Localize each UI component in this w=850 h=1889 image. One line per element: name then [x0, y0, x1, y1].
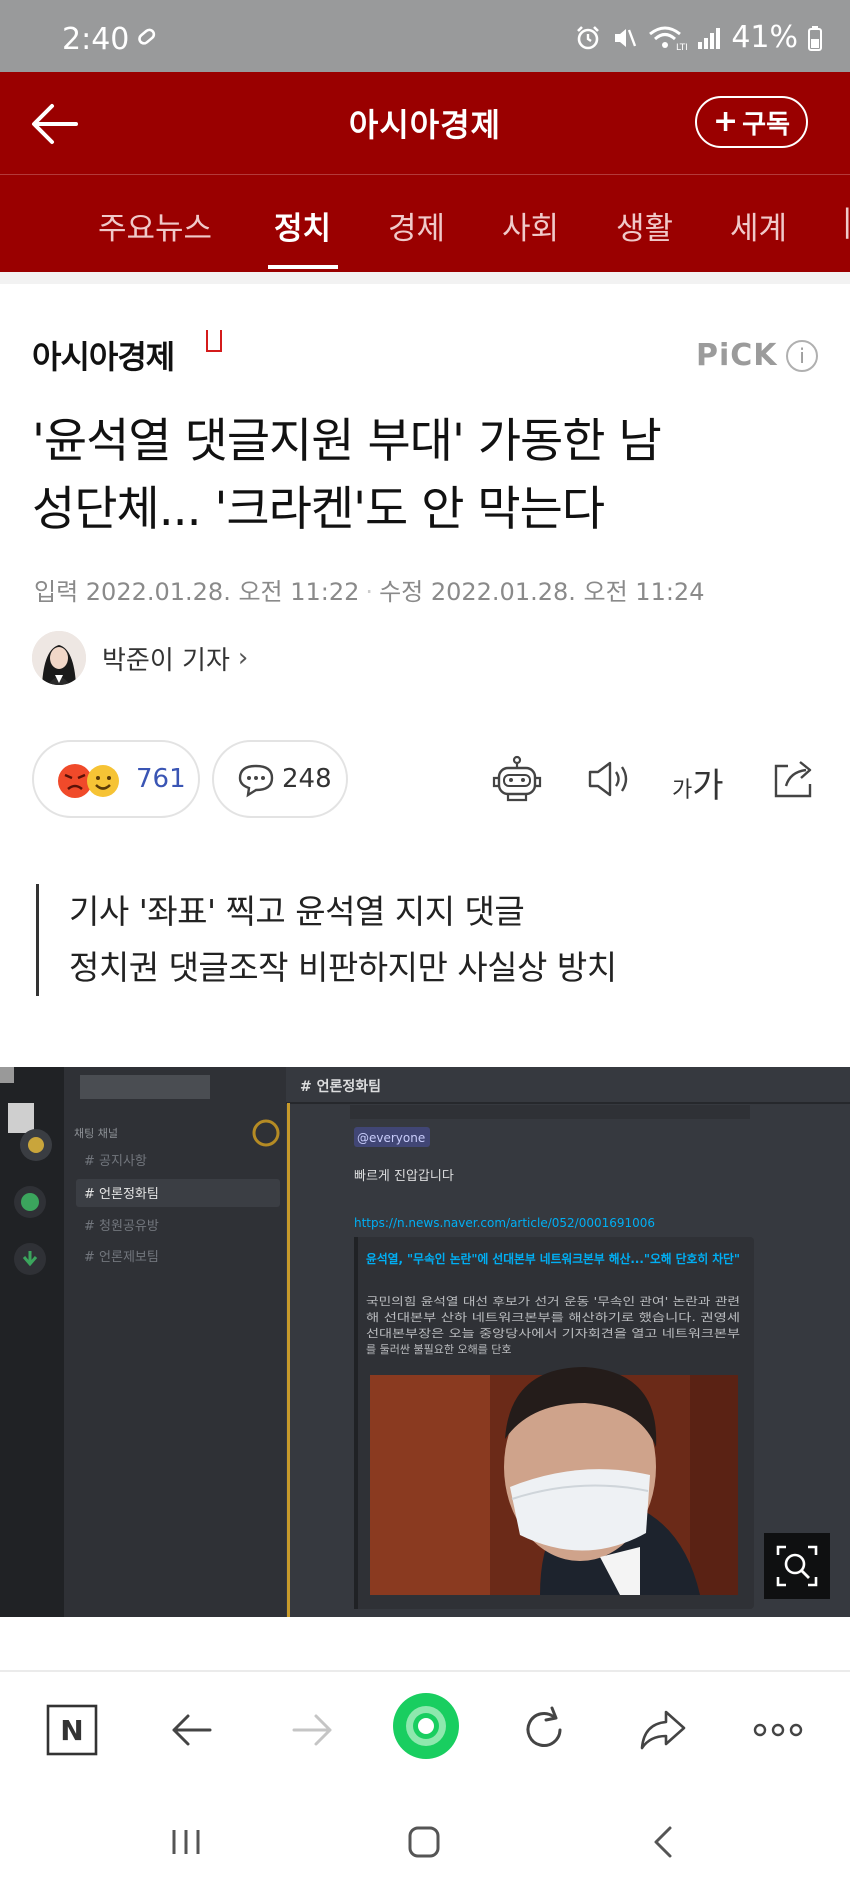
- image-channel-4: # 언론제보팀: [84, 1250, 159, 1265]
- tab-world[interactable]: 세계: [730, 203, 787, 248]
- press-logo[interactable]: 아시아경제: [32, 332, 175, 378]
- article-title: '윤석열 댓글지원 부대' 가동한 남 성단체... '크라켄'도 안 막는다: [32, 408, 822, 544]
- refresh-icon[interactable]: [514, 1700, 574, 1760]
- tab-politics[interactable]: 정치: [274, 203, 331, 248]
- image-link: https://n.news.naver.com/article/052/000…: [354, 1216, 655, 1230]
- press-logo-mark: [206, 330, 222, 352]
- image-channel-3: # 청원공유방: [84, 1219, 159, 1234]
- recents-icon[interactable]: [156, 1812, 216, 1872]
- tab-economy[interactable]: 경제: [388, 203, 445, 248]
- image-embed-body: 국민의힘 윤석열 대선 후보가 선거 운동 '무속인 관여' 논란과 관련: [366, 1295, 740, 1308]
- signal-icon: [698, 27, 721, 49]
- alarm-icon: [577, 25, 600, 49]
- title-line: '윤석열 댓글지원 부대' 가동한 남: [32, 414, 662, 469]
- paperclip-icon: [138, 28, 156, 45]
- app-header: 아시아경제 + 구독: [0, 72, 850, 174]
- more-icon[interactable]: [748, 1700, 808, 1760]
- comment-count: 248: [282, 764, 332, 794]
- angry-happy-emoji-icon: [58, 764, 119, 798]
- pick-badge: PiCK: [696, 338, 778, 373]
- tab-society[interactable]: 사회: [502, 203, 559, 248]
- summary-line: 정치권 댓글조작 비판하지만 사실상 방치: [69, 948, 617, 987]
- mute-icon: [615, 28, 637, 47]
- modified-date: 수정 2022.01.28. 오전 11:24: [379, 578, 705, 606]
- subscribe-label: 구독: [742, 109, 790, 140]
- avatar: [32, 631, 86, 685]
- title-line: 성단체... '크라켄'도 안 막는다: [32, 482, 605, 537]
- comment-button[interactable]: 248: [212, 740, 348, 818]
- article-dates: 입력 2022.01.28. 오전 11:22 · 수정 2022.01.28. 오…: [34, 572, 704, 607]
- image-message: 빠르게 진압갑니다: [354, 1169, 454, 1184]
- image-embed-body: 선대본부장은 오늘 중앙당사에서 기자회견을 열고 네트워크본부: [366, 1327, 740, 1340]
- comment-icon: [238, 764, 274, 798]
- font-size-large-label: 가: [692, 766, 724, 806]
- image-channel-1: # 공지사항: [84, 1154, 147, 1169]
- summary-line: 기사 '좌표' 찍고 윤석열 지지 댓글: [69, 892, 525, 931]
- font-size-button[interactable]: 가가: [672, 758, 724, 807]
- zoom-search-icon: [776, 1545, 818, 1587]
- info-icon[interactable]: i: [786, 340, 818, 372]
- image-channel-header: # 언론정화팀: [300, 1078, 381, 1095]
- status-icons: LTE 41%: [575, 20, 822, 55]
- svg-text:LTE: LTE: [676, 43, 687, 52]
- reaction-button[interactable]: 761: [32, 740, 200, 818]
- image-mention: @everyone: [357, 1131, 425, 1145]
- font-size-small-label: 가: [672, 778, 693, 803]
- tab-more-partial[interactable]: |: [842, 203, 850, 239]
- image-embed-body: 해 선대본부 산하 네트워크본부를 해산하기로 했습니다. 권영세: [366, 1310, 740, 1324]
- naver-n-label: N: [60, 1714, 83, 1747]
- image-embed-body: 를 둘러싼 불필요한 오해를 단호: [366, 1342, 512, 1356]
- reporter-link[interactable]: 박준이 기자 ›: [32, 630, 248, 686]
- back-nav-icon[interactable]: [634, 1812, 694, 1872]
- back-icon[interactable]: [162, 1700, 222, 1760]
- zoom-image-button[interactable]: [764, 1533, 830, 1599]
- battery-icon: [808, 25, 822, 51]
- article-image[interactable]: 채팅 채널 # 공지사항 # 언론정화팀 # 청원공유방 # 언론제보팀 # 언…: [0, 1067, 850, 1617]
- reporter-name: 박준이 기자: [102, 645, 230, 676]
- input-date: 입력 2022.01.28. 오전 11:22: [34, 578, 360, 606]
- forward-icon[interactable]: [282, 1700, 342, 1760]
- battery-percent: 41%: [731, 20, 798, 55]
- reaction-count: 761: [136, 764, 186, 794]
- naver-n-icon[interactable]: N: [42, 1700, 102, 1760]
- status-bar: 2:40 LTE 41%: [0, 0, 850, 72]
- subscribe-button[interactable]: + 구독: [695, 96, 808, 148]
- divider: [0, 272, 850, 284]
- speaker-icon[interactable]: [582, 752, 636, 806]
- robot-icon[interactable]: [490, 752, 544, 806]
- image-channel-2: # 언론정화팀: [84, 1187, 159, 1202]
- tab-main-news[interactable]: 주요뉴스: [98, 203, 212, 248]
- chevron-right-icon: ›: [237, 643, 249, 673]
- share-icon[interactable]: [766, 752, 820, 806]
- category-tabs: 주요뉴스 정치 경제 사회 생활 세계 |: [0, 174, 850, 272]
- date-separator: ·: [365, 578, 374, 606]
- image-embed-title: 윤석열, "무속인 논란"에 선대본부 네트워크본부 해산..."오해 단호히 …: [366, 1251, 740, 1266]
- home-nav-icon[interactable]: [394, 1812, 454, 1872]
- active-tab-indicator: [268, 265, 338, 269]
- wifi-icon: LTE: [649, 26, 687, 52]
- plus-icon: +: [713, 104, 739, 139]
- share-forward-icon[interactable]: [632, 1700, 692, 1760]
- image-channel-category: 채팅 채널: [74, 1127, 118, 1140]
- article-summary: 기사 '좌표' 찍고 윤석열 지지 댓글 정치권 댓글조작 비판하지만 사실상 …: [36, 884, 826, 996]
- toolbar-divider: [0, 1670, 850, 1672]
- tab-life[interactable]: 생활: [616, 203, 673, 248]
- status-time: 2:40: [62, 22, 130, 57]
- home-green-icon[interactable]: [390, 1690, 462, 1762]
